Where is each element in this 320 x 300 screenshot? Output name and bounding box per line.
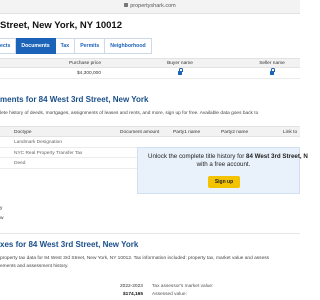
tax-amount: $174,165 — [123, 292, 144, 297]
seller-name-header: Seller name — [259, 60, 285, 66]
documents-heading: ments for 84 West 3rd Street, New York — [0, 95, 149, 104]
link-header: Link to — [283, 130, 298, 135]
market-value-label: Tax assessor's market value: — [152, 284, 214, 289]
assessed-value-label: Assessed value: — [152, 292, 187, 297]
table-row: Landmark Designation — [0, 137, 300, 148]
sale-table: Purchase price Buyer name Seller name $4… — [0, 58, 300, 79]
tab-documents[interactable]: Documents — [16, 38, 56, 54]
tab-projects[interactable]: ects — [0, 38, 17, 54]
buyer-lock-icon[interactable] — [160, 68, 200, 76]
documents-description: lete history of deeds, mortgages, assign… — [0, 111, 259, 116]
truncated-text: y — [0, 206, 3, 211]
doctype-cell: Deed — [14, 161, 26, 166]
purchase-price-value: $4,300,000 — [76, 70, 101, 76]
lock-icon — [124, 3, 129, 7]
doctype-cell: Landmark Designation — [14, 140, 62, 145]
unlock-history-panel: Unlock the complete title history for 84… — [137, 147, 308, 194]
sale-table-header: Purchase price Buyer name Seller name — [0, 58, 300, 68]
party1-name-header: Party1 name — [173, 130, 201, 135]
browser-address-bar[interactable]: propertyshark.com — [0, 0, 300, 14]
property-address: Street, New York, NY 10012 — [0, 20, 122, 31]
tab-permits[interactable]: Permits — [75, 38, 106, 54]
sale-table-row: $4,300,000 — [0, 68, 300, 79]
documents-table-header: Doctype Document amount Party1 name Part… — [0, 126, 300, 137]
url-display[interactable]: propertyshark.com — [0, 3, 300, 9]
purchase-price-header: Purchase price — [69, 60, 101, 66]
taxes-heading: xes for 84 West 3rd Street, New York — [0, 240, 139, 249]
url-text: propertyshark.com — [130, 3, 176, 9]
buyer-name-header: Buyer name — [167, 60, 193, 66]
section-divider — [0, 233, 300, 234]
tax-year: 2022-2023 — [120, 284, 143, 289]
unlock-address: 84 West 3rd Street, N — [246, 153, 308, 160]
tab-neighborhood[interactable]: Neighborhood — [105, 38, 152, 54]
party2-name-header: Party2 name — [221, 130, 249, 135]
doctype-header: Doctype — [14, 130, 32, 135]
unlock-message-line2: with a free account. — [196, 161, 251, 168]
truncated-link[interactable]: w — [0, 216, 3, 221]
document-amount-header: Document amount — [120, 130, 160, 135]
unlock-message: Unlock the complete title history for 84… — [148, 153, 308, 168]
doctype-cell: NYC Real Property Transfer Tax — [14, 150, 83, 156]
sign-up-button[interactable]: Sign up — [208, 176, 240, 188]
property-tabs: ects Documents Tax Permits Neighborhood — [0, 38, 152, 54]
seller-lock-icon[interactable] — [252, 68, 292, 76]
taxes-description: property tax data for 84 West 3rd Street… — [0, 256, 270, 269]
tab-tax[interactable]: Tax — [55, 38, 76, 54]
